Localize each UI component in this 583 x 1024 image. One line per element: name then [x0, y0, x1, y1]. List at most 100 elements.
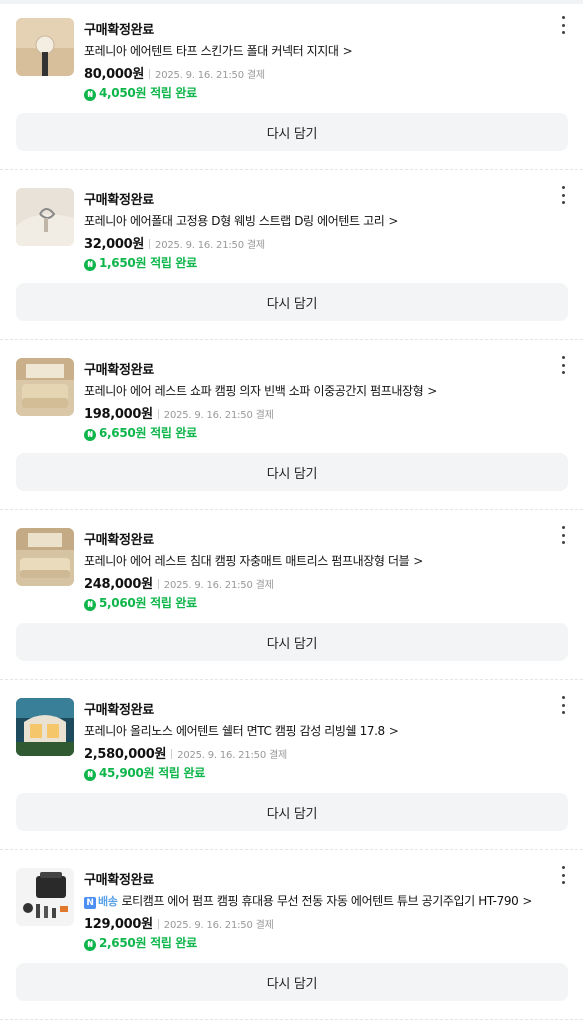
payment-date: 2025. 9. 16. 21:50 결제 — [163, 580, 274, 591]
rebuy-button[interactable]: 다시 담기 — [16, 963, 568, 1001]
air-mattress-image — [16, 528, 74, 586]
n-delivery-badge: N 배송 — [84, 893, 118, 909]
air-pump-image — [16, 868, 74, 926]
product-name: 포레니아 에어 레스트 쇼파 캠핑 의자 빈백 소파 이중공간지 펌프내장형 — [84, 384, 424, 398]
order-status: 구매확정완료 — [84, 23, 154, 38]
price: 2,580,000원 — [84, 747, 167, 762]
npay-point-icon: ₦ — [84, 769, 96, 781]
order-card: 구매확정완료 포레니아 에어텐트 타프 스킨가드 폴대 커넥터 지지대 > 80,… — [0, 0, 583, 170]
product-thumbnail[interactable] — [16, 698, 74, 756]
chevron-right-icon: > — [388, 724, 399, 738]
order-status: 구매확정완료 — [84, 873, 154, 888]
points-text: 5,060원 적립 완료 — [99, 596, 197, 610]
price: 129,000원 — [84, 917, 153, 932]
payment-date: 2025. 9. 16. 21:50 결제 — [155, 70, 265, 81]
separator — [149, 239, 151, 249]
npay-point-icon: ₦ — [84, 89, 96, 101]
price-row: 198,000원 2025. 9. 16. 21:50 결제 — [84, 403, 274, 422]
points-earned: ₦ 1,650원 적립 완료 — [84, 254, 197, 271]
air-tent-shelter-image — [16, 698, 74, 756]
rebuy-button[interactable]: 다시 담기 — [16, 113, 568, 151]
points-earned: ₦ 6,650원 적립 완료 — [84, 424, 197, 441]
product-name: 포레니아 에어 레스트 침대 캠핑 자충매트 매트리스 펌프내장형 더블 — [84, 554, 410, 568]
order-status: 구매확정완료 — [84, 193, 154, 208]
separator — [149, 69, 151, 79]
order-card: 구매확정완료 포레니아 에어 레스트 쇼파 캠핑 의자 빈백 소파 이중공간지 … — [0, 340, 583, 510]
order-status: 구매확정완료 — [84, 703, 154, 718]
d-ring-strap-image — [16, 188, 74, 246]
delivery-badge-label: 배송 — [98, 895, 118, 908]
rebuy-button[interactable]: 다시 담기 — [16, 623, 568, 661]
points-earned: ₦ 4,050원 적립 완료 — [84, 84, 197, 101]
npay-point-icon: ₦ — [84, 599, 96, 611]
points-text: 4,050원 적립 완료 — [99, 86, 197, 100]
tent-pole-connector-image — [16, 18, 74, 76]
price-row: 32,000원 2025. 9. 16. 21:50 결제 — [84, 233, 265, 252]
rebuy-button[interactable]: 다시 담기 — [16, 453, 568, 491]
rebuy-button[interactable]: 다시 담기 — [16, 283, 568, 321]
points-text: 1,650원 적립 완료 — [99, 256, 197, 270]
more-options-icon[interactable] — [557, 16, 569, 34]
product-title-link[interactable]: 포레니아 올리노스 에어텐트 쉘터 면TC 캠핑 감성 리빙쉘 17.8 > — [84, 722, 543, 739]
product-thumbnail[interactable] — [16, 528, 74, 586]
n-delivery-icon: N — [84, 897, 96, 909]
points-text: 6,650원 적립 완료 — [99, 426, 197, 440]
more-options-icon[interactable] — [557, 186, 569, 204]
product-name: 포레니아 올리노스 에어텐트 쉘터 면TC 캠핑 감성 리빙쉘 17.8 — [84, 724, 385, 738]
order-card: 구매확정완료 N 배송 로티캠프 에어 펌프 캠핑 휴대용 무선 전동 자동 에어텐… — [0, 850, 583, 1020]
npay-point-icon: ₦ — [84, 429, 96, 441]
price: 248,000원 — [84, 577, 153, 592]
separator — [171, 749, 173, 759]
price-row: 80,000원 2025. 9. 16. 21:50 결제 — [84, 63, 265, 82]
product-thumbnail[interactable] — [16, 188, 74, 246]
payment-date: 2025. 9. 16. 21:50 결제 — [163, 410, 274, 421]
divider — [0, 1019, 583, 1020]
points-text: 2,650원 적립 완료 — [99, 936, 197, 950]
product-name: 포레니아 에어폴대 고정용 D형 웨빙 스트랩 D링 에어텐트 고리 — [84, 214, 385, 228]
payment-date: 2025. 9. 16. 21:50 결제 — [163, 920, 274, 931]
price: 198,000원 — [84, 407, 153, 422]
order-card: 구매확정완료 포레니아 에어 레스트 침대 캠핑 자충매트 매트리스 펌프내장형… — [0, 510, 583, 680]
product-thumbnail[interactable] — [16, 358, 74, 416]
chevron-right-icon: > — [342, 44, 353, 58]
order-status: 구매확정완료 — [84, 533, 154, 548]
chevron-right-icon: > — [522, 894, 532, 908]
product-title-link[interactable]: 포레니아 에어텐트 타프 스킨가드 폴대 커넥터 지지대 > — [84, 42, 543, 59]
more-options-icon[interactable] — [557, 356, 569, 374]
payment-date: 2025. 9. 16. 21:50 결제 — [155, 240, 265, 251]
product-thumbnail[interactable] — [16, 868, 74, 926]
product-title-link[interactable]: 포레니아 에어 레스트 침대 캠핑 자충매트 매트리스 펌프내장형 더블 > — [84, 552, 543, 569]
payment-date: 2025. 9. 16. 21:50 결제 — [177, 750, 287, 761]
more-options-icon[interactable] — [557, 866, 569, 884]
separator — [157, 919, 159, 929]
price-row: 248,000원 2025. 9. 16. 21:50 결제 — [84, 573, 274, 592]
npay-point-icon: ₦ — [84, 939, 96, 951]
order-status: 구매확정완료 — [84, 363, 154, 378]
npay-point-icon: ₦ — [84, 259, 96, 271]
order-card: 구매확정완료 포레니아 에어폴대 고정용 D형 웨빙 스트랩 D링 에어텐트 고… — [0, 170, 583, 340]
points-text: 45,900원 적립 완료 — [99, 766, 205, 780]
product-name: 로티캠프 에어 펌프 캠핑 휴대용 무선 전동 자동 에어텐트 튜브 공기주입기… — [121, 894, 519, 908]
product-title-link[interactable]: 포레니아 에어 레스트 쇼파 캠핑 의자 빈백 소파 이중공간지 펌프내장형 > — [84, 382, 543, 399]
chevron-right-icon: > — [427, 384, 437, 398]
price: 80,000원 — [84, 67, 145, 82]
price-row: 129,000원 2025. 9. 16. 21:50 결제 — [84, 913, 274, 932]
product-name: 포레니아 에어텐트 타프 스킨가드 폴대 커넥터 지지대 — [84, 44, 339, 58]
separator — [157, 409, 159, 419]
more-options-icon[interactable] — [557, 526, 569, 544]
price: 32,000원 — [84, 237, 145, 252]
points-earned: ₦ 5,060원 적립 완료 — [84, 594, 197, 611]
product-title-link[interactable]: 포레니아 에어폴대 고정용 D형 웨빙 스트랩 D링 에어텐트 고리 > — [84, 212, 543, 229]
points-earned: ₦ 2,650원 적립 완료 — [84, 934, 197, 951]
rebuy-button[interactable]: 다시 담기 — [16, 793, 568, 831]
price-row: 2,580,000원 2025. 9. 16. 21:50 결제 — [84, 743, 287, 762]
separator — [157, 579, 159, 589]
points-earned: ₦ 45,900원 적립 완료 — [84, 764, 205, 781]
air-sofa-image — [16, 358, 74, 416]
order-card: 구매확정완료 포레니아 올리노스 에어텐트 쉘터 면TC 캠핑 감성 리빙쉘 1… — [0, 680, 583, 850]
chevron-right-icon: > — [413, 554, 423, 568]
more-options-icon[interactable] — [557, 696, 569, 714]
chevron-right-icon: > — [388, 214, 399, 228]
product-thumbnail[interactable] — [16, 18, 74, 76]
product-title-link[interactable]: N 배송 로티캠프 에어 펌프 캠핑 휴대용 무선 전동 자동 에어텐트 튜브 공기… — [84, 892, 543, 909]
